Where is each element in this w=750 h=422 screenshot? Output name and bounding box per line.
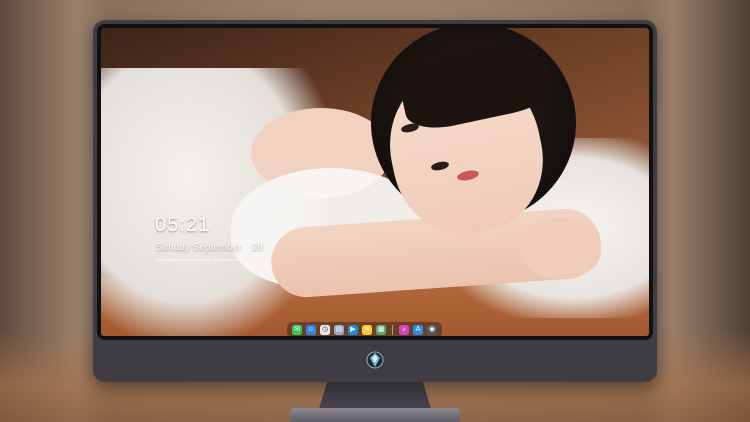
lock-clock: 05:21: [155, 214, 211, 236]
monitor: 05:21 Sunday September 28 Pillow sleep fo…: [93, 20, 657, 382]
clapperboard-icon[interactable]: ▶: [348, 324, 358, 335]
finder-icon[interactable]: ☺: [306, 324, 316, 335]
lock-date-weekday-month: Sunday September: [156, 242, 242, 253]
app-store-icon[interactable]: A: [413, 324, 423, 335]
camera-icon[interactable]: ◉: [427, 324, 437, 335]
lock-date: Sunday September 28: [156, 242, 263, 253]
dock: ✉ ☺ ◷ ▤ ▶ ≡ ▦ ♪ A ◉: [287, 322, 442, 336]
message-icon[interactable]: ✉: [292, 324, 302, 335]
clock-icon[interactable]: ◷: [320, 324, 330, 335]
lock-screen[interactable]: 05:21 Sunday September 28 Pillow sleep fo…: [101, 28, 649, 336]
lock-date-day: 28: [251, 242, 263, 253]
image-icon[interactable]: ▦: [376, 324, 386, 335]
notes-icon[interactable]: ≡: [362, 324, 372, 335]
monitor-bezel: 05:21 Sunday September 28 Pillow sleep fo…: [97, 24, 653, 340]
brand-logo-icon: [366, 351, 384, 369]
preview-icon[interactable]: ▤: [334, 324, 344, 335]
wallpaper-hand: [521, 218, 601, 278]
lock-quote: Pillow sleep forever, I never tire of th…: [156, 257, 243, 262]
monitor-stand-base: [290, 408, 460, 422]
dock-separator: [392, 324, 393, 335]
music-icon[interactable]: ♪: [399, 324, 409, 335]
